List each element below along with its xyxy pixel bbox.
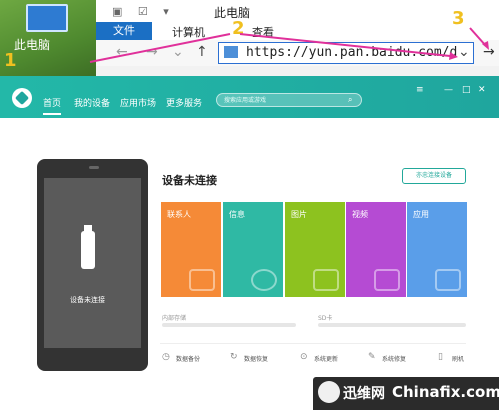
photo-icon (313, 269, 339, 291)
watermark-logo-icon (318, 381, 340, 403)
tool-repair[interactable]: 系统修复 (382, 354, 406, 363)
connection-status-title: 设备未连接 (162, 174, 217, 187)
message-icon (251, 269, 277, 291)
card-label: 联系人 (167, 210, 191, 219)
nav-app-market[interactable]: 应用市场 (120, 96, 156, 109)
card-apps[interactable]: 应用 (407, 202, 467, 297)
close-icon[interactable]: ✕ (478, 85, 486, 95)
minimize-icon[interactable]: — (444, 85, 453, 95)
forward-arrow-icon[interactable]: → (146, 44, 158, 60)
backup-icon[interactable]: ◷ (162, 352, 170, 362)
apps-grid-icon (435, 269, 461, 291)
card-label: 信息 (229, 210, 245, 219)
watermark-en: Chinafix.com (392, 383, 499, 401)
search-icon[interactable]: ⌕ (348, 95, 352, 105)
up-arrow-icon[interactable]: ↑ (196, 44, 208, 60)
address-dropdown-icon[interactable]: ⌄ (458, 44, 470, 60)
restore-icon[interactable]: ↻ (230, 352, 238, 362)
card-label: 图片 (291, 210, 307, 219)
video-icon (374, 269, 400, 291)
sd-card-bar (318, 323, 466, 327)
tab-file[interactable]: 文件 (96, 22, 152, 40)
card-contacts[interactable]: 联系人 (161, 202, 221, 297)
go-arrow-icon[interactable]: → (483, 44, 495, 60)
card-videos[interactable]: 视频 (346, 202, 406, 297)
card-messages[interactable]: 信息 (223, 202, 283, 297)
nav-home[interactable]: 首页 (43, 96, 62, 115)
tool-update[interactable]: 系统更新 (314, 354, 338, 363)
wrench-icon[interactable]: ✎ (368, 352, 376, 362)
sd-card-label: SD卡 (318, 315, 333, 322)
tool-backup[interactable]: 数据备份 (176, 354, 200, 363)
usb-cable-icon (81, 231, 95, 269)
drive-icon (224, 46, 238, 58)
ribbon-tabs (96, 22, 499, 40)
step-number-3: 3 (452, 8, 465, 29)
card-photos[interactable]: 图片 (285, 202, 345, 297)
tool-flash[interactable]: 刷机 (452, 354, 464, 363)
tool-restore[interactable]: 数据恢复 (244, 354, 268, 363)
tab-computer[interactable]: 计算机 (172, 24, 205, 40)
nav-more-services[interactable]: 更多服务 (166, 96, 202, 109)
nav-my-devices[interactable]: 我的设备 (74, 96, 110, 109)
search-placeholder: 搜索应用或游戏 (224, 97, 267, 104)
divider (160, 343, 466, 344)
phone-status-text: 设备未连接 (70, 296, 105, 304)
update-icon[interactable]: ⊙ (300, 352, 308, 362)
flash-icon[interactable]: ▯ (438, 352, 443, 362)
recent-dropdown-icon[interactable]: ⌄ (172, 44, 184, 60)
tab-view[interactable]: 查看 (252, 24, 274, 40)
menu-icon[interactable]: ≡ (416, 85, 424, 95)
internal-storage-label: 内部存储 (162, 315, 187, 322)
phone-speaker (89, 166, 99, 169)
connect-help-button[interactable]: 亦忠连接设备 (402, 168, 466, 184)
computer-icon[interactable] (26, 4, 68, 32)
desktop-this-pc-label: 此电脑 (14, 38, 51, 52)
maximize-icon[interactable]: □ (462, 85, 471, 95)
card-label: 视频 (352, 210, 368, 219)
back-arrow-icon[interactable]: ← (116, 44, 128, 60)
step-number-2: 2 (232, 18, 245, 39)
card-label: 应用 (413, 210, 429, 219)
quick-access-toolbar[interactable]: ▣ ☑ ▾ (112, 5, 175, 18)
address-text[interactable]: https://yun.pan.baidu.com/d (246, 45, 457, 60)
watermark-cn: 迅维网 (343, 386, 385, 402)
step-number-1: 1 (4, 50, 17, 71)
internal-storage-bar (162, 323, 296, 327)
contacts-icon (189, 269, 215, 291)
